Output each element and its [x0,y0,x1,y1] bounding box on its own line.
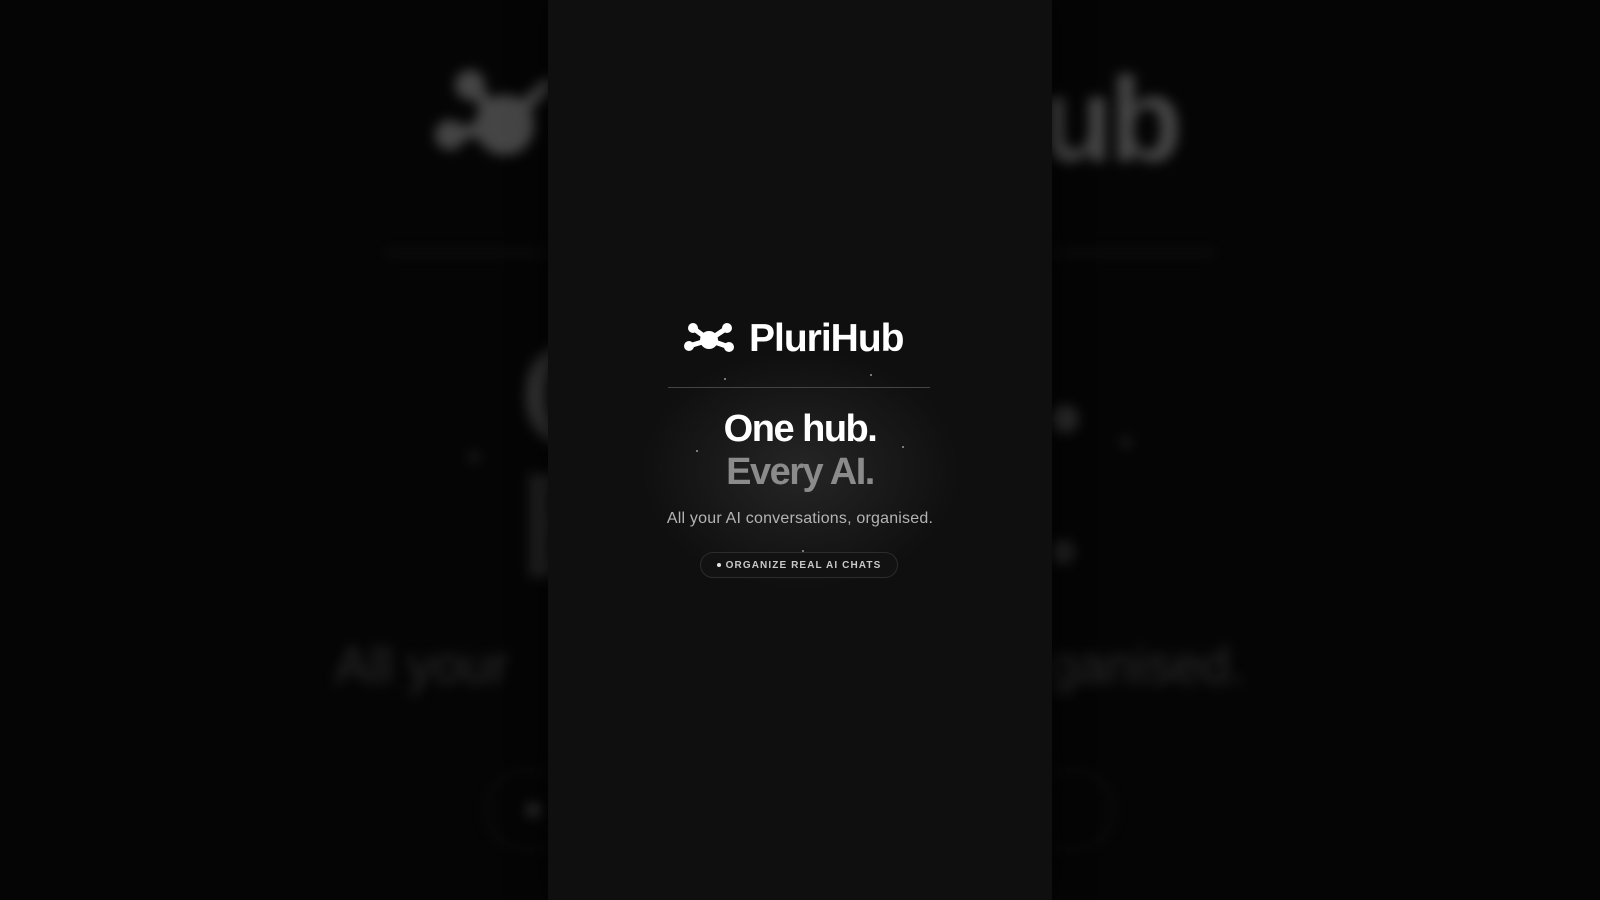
feature-badge: ORGANIZE REAL AI CHATS [700,552,898,578]
headline-secondary: Every AI. [726,451,875,493]
background-brand-fragment: ub [1040,53,1183,187]
background-spark [1050,405,1078,433]
spark-dot [870,374,872,376]
video-frame: ub O E All your ganised. [0,0,1600,900]
spark-dot [724,378,726,380]
center-panel: PluriHub One hub. Every AI. All your AI … [548,0,1052,900]
background-spark [1050,540,1074,564]
brand-logo: PluriHub [683,318,904,358]
background-tagline-left: All your [335,637,509,695]
badge-dot-icon [716,563,721,567]
background-spark [470,453,478,461]
background-badge-dot [527,803,541,817]
background-tagline-right: ganised. [1048,637,1245,695]
headline-primary: One hub. [723,408,878,450]
brand-name: PluriHub [749,316,904,360]
spark-dot [696,450,698,452]
network-nodes-icon [435,70,555,155]
badge-label: ORGANIZE REAL AI CHATS [725,559,882,571]
network-nodes-icon [684,323,734,352]
background-spark [1122,438,1130,446]
divider [668,387,930,388]
tagline: All your AI conversations, organised. [666,510,934,527]
